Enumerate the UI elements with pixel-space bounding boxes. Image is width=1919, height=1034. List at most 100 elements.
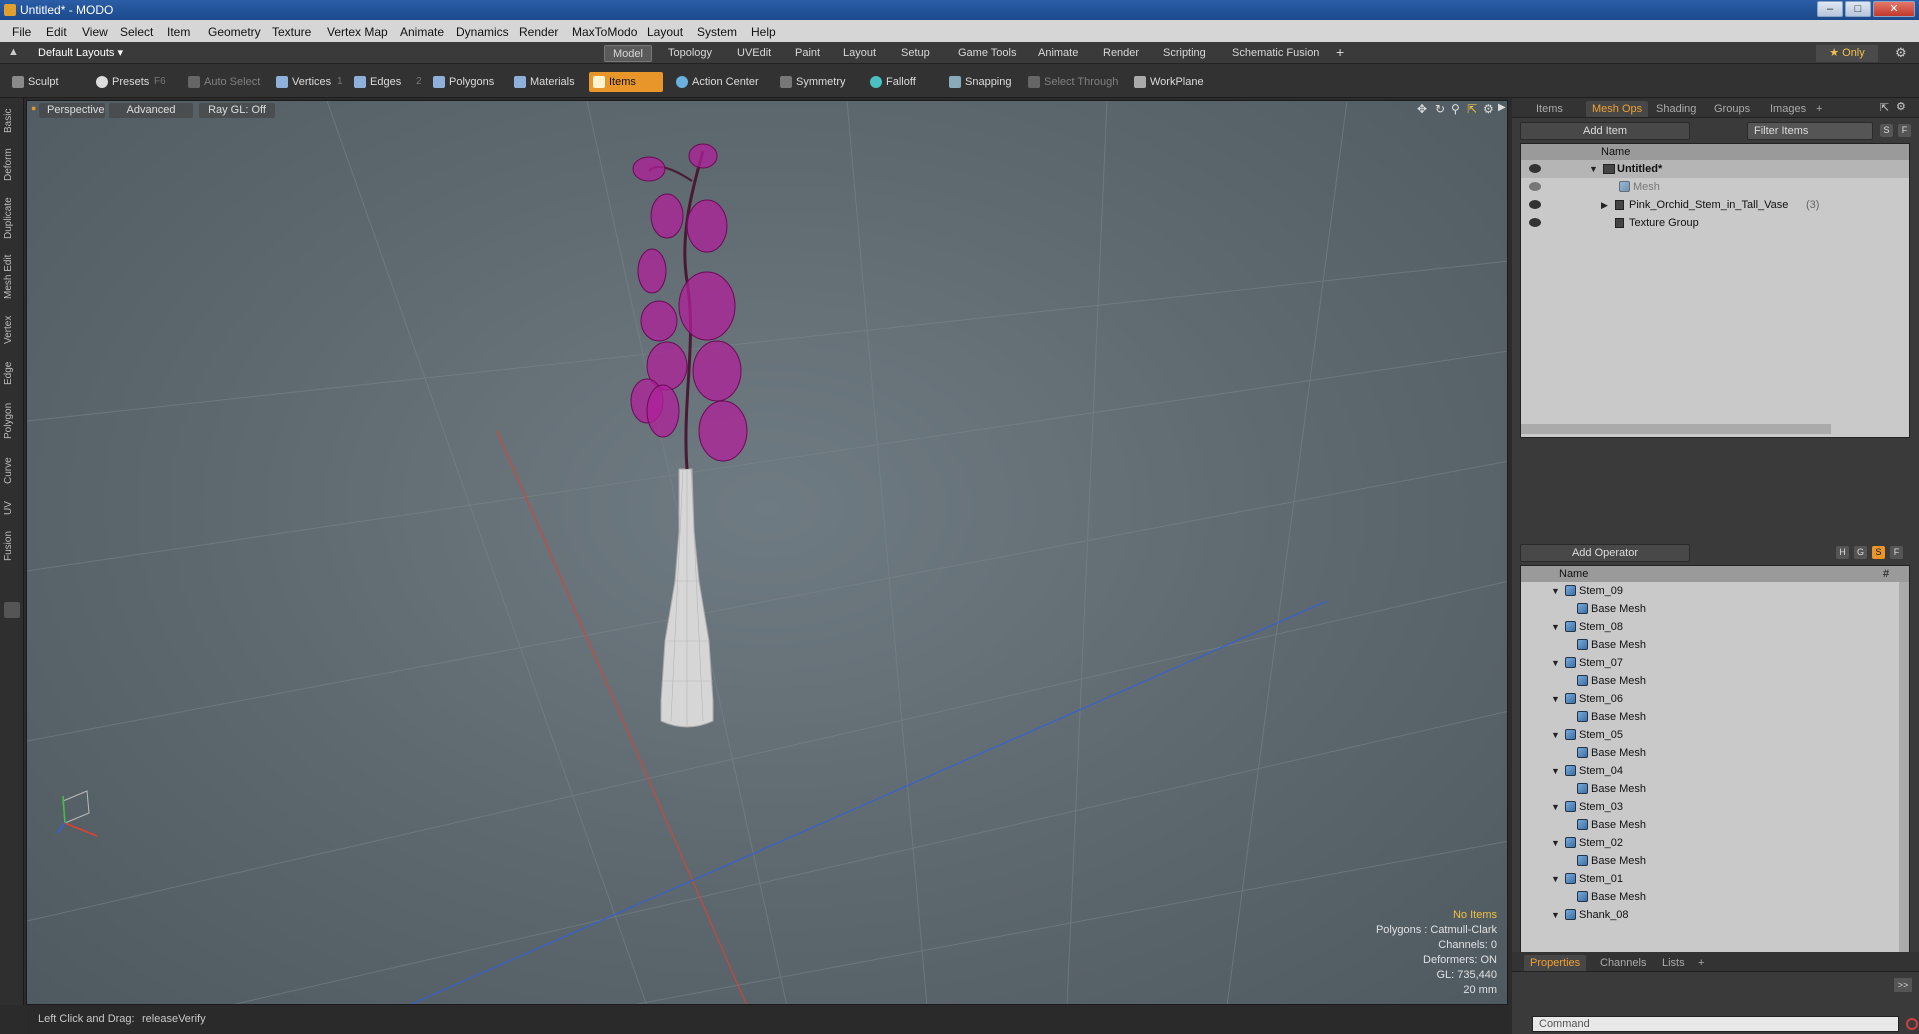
meshop-row-stem[interactable]: ▼ Stem_09 — [1521, 582, 1909, 600]
expand-properties-button[interactable]: >> — [1894, 978, 1912, 992]
collapse-icon[interactable]: ▼ — [1551, 870, 1560, 888]
zoom-icon[interactable]: ⚲ — [1451, 102, 1460, 116]
eye-icon[interactable] — [1529, 200, 1541, 209]
tab-mesh-ops[interactable]: Mesh Ops — [1586, 101, 1649, 117]
left-panel-toggle-icon[interactable] — [4, 602, 20, 618]
collapse-icon[interactable]: ▼ — [1551, 690, 1560, 708]
left-tab-polygon[interactable]: Polygon — [3, 398, 21, 444]
meshop-row-base-mesh[interactable]: Base Mesh — [1521, 780, 1909, 798]
meshops-s-toggle[interactable]: S — [1872, 546, 1885, 559]
meshop-row-stem[interactable]: ▼ Stem_01 — [1521, 870, 1909, 888]
menu-dynamics[interactable]: Dynamics — [456, 25, 509, 39]
meshop-row-base-mesh[interactable]: Base Mesh — [1521, 672, 1909, 690]
tab-setup[interactable]: Setup — [893, 45, 938, 62]
collapse-icon[interactable]: ▼ — [1551, 762, 1560, 780]
collapse-icon[interactable]: ▼ — [1589, 160, 1598, 178]
panel-maximize-icon[interactable]: ⇱ — [1880, 101, 1889, 114]
action-center-button[interactable]: Action Center — [672, 72, 765, 92]
meshop-row-stem[interactable]: ▼ Stem_06 — [1521, 690, 1909, 708]
meshop-row-base-mesh[interactable]: Base Mesh — [1521, 636, 1909, 654]
advanced-dropdown[interactable]: Advanced — [109, 103, 193, 118]
menu-file[interactable]: File — [12, 25, 31, 39]
tab-items[interactable]: Items — [1530, 101, 1569, 117]
add-item-dropdown[interactable]: Add Item — [1520, 122, 1690, 140]
menu-layout[interactable]: Layout — [647, 25, 683, 39]
add-operator-dropdown[interactable]: Add Operator — [1520, 544, 1690, 562]
tab-game-tools[interactable]: Game Tools — [950, 45, 1025, 62]
collapse-icon[interactable]: ▼ — [1551, 582, 1560, 600]
meshop-row-base-mesh[interactable]: Base Mesh — [1521, 888, 1909, 906]
menu-help[interactable]: Help — [751, 25, 776, 39]
eye-icon[interactable] — [1529, 164, 1541, 173]
add-tab-button[interactable]: + — [1328, 45, 1352, 62]
filter-s-toggle[interactable]: S — [1880, 124, 1893, 137]
left-tab-mesh-edit[interactable]: Mesh Edit — [3, 252, 21, 302]
meshop-row-base-mesh[interactable]: Base Mesh — [1521, 600, 1909, 618]
workplane-button[interactable]: WorkPlane — [1130, 72, 1210, 92]
close-button[interactable]: ✕ — [1873, 1, 1915, 17]
meshops-h-toggle[interactable]: H — [1836, 546, 1849, 559]
meshops-vertical-scrollbar[interactable] — [1899, 582, 1909, 962]
filter-items-input[interactable]: Filter Items — [1747, 122, 1873, 140]
tab-render[interactable]: Render — [1095, 45, 1147, 62]
raygl-toggle[interactable]: Ray GL: Off — [199, 103, 275, 118]
eye-icon[interactable] — [1529, 218, 1541, 227]
meshop-row-stem[interactable]: ▼ Stem_04 — [1521, 762, 1909, 780]
command-record-icon[interactable] — [1906, 1018, 1918, 1030]
add-panel-tab[interactable]: + — [1810, 101, 1828, 117]
pan-icon[interactable]: ✥ — [1417, 102, 1427, 116]
presets-button[interactable]: Presets — [92, 72, 155, 92]
items-button[interactable]: Items — [589, 72, 663, 92]
command-input[interactable]: Command — [1532, 1016, 1899, 1032]
meshop-row-stem[interactable]: ▼ Stem_07 — [1521, 654, 1909, 672]
menu-system[interactable]: System — [697, 25, 737, 39]
menu-vertex-map[interactable]: Vertex Map — [327, 25, 388, 39]
falloff-button[interactable]: Falloff — [866, 72, 922, 92]
eye-icon[interactable] — [1529, 182, 1541, 191]
viewport-expand-icon[interactable]: ▶ — [1498, 102, 1506, 113]
symmetry-button[interactable]: Symmetry — [776, 72, 852, 92]
meshop-row-stem[interactable]: ▼ Stem_08 — [1521, 618, 1909, 636]
meshop-row-stem[interactable]: ▼ Stem_05 — [1521, 726, 1909, 744]
meshops-f-toggle[interactable]: F — [1890, 546, 1903, 559]
collapse-icon[interactable]: ▼ — [1551, 834, 1560, 852]
collapse-icon[interactable]: ▼ — [1551, 798, 1560, 816]
snapping-button[interactable]: Snapping — [945, 72, 1018, 92]
item-row-mesh[interactable]: Mesh — [1521, 178, 1909, 196]
tab-schematic-fusion[interactable]: Schematic Fusion — [1224, 45, 1327, 62]
menu-render[interactable]: Render — [519, 25, 558, 39]
expand-icon[interactable]: ▶ — [1601, 196, 1608, 214]
auto-select-button[interactable]: Auto Select — [184, 72, 266, 92]
tab-groups[interactable]: Groups — [1708, 101, 1756, 117]
tab-uvedit[interactable]: UVEdit — [729, 45, 779, 62]
menu-item[interactable]: Item — [167, 25, 190, 39]
menu-maxtomodo[interactable]: MaxToModo — [572, 25, 637, 39]
default-layouts-dropdown[interactable]: Default Layouts ▾ — [38, 46, 123, 59]
filter-f-toggle[interactable]: F — [1898, 124, 1911, 137]
tab-channels[interactable]: Channels — [1594, 955, 1652, 971]
maximize-button[interactable]: □ — [1845, 1, 1871, 17]
materials-button[interactable]: Materials — [510, 72, 581, 92]
minimize-button[interactable]: – — [1817, 1, 1843, 17]
tab-topology[interactable]: Topology — [660, 45, 720, 62]
tab-images[interactable]: Images — [1764, 101, 1812, 117]
viewport-menu-icon[interactable]: ● — [31, 103, 36, 113]
collapse-icon[interactable]: ▼ — [1551, 654, 1560, 672]
3d-viewport[interactable]: ● Perspective Advanced Ray GL: Off ✥ ↻ ⚲… — [26, 100, 1508, 1005]
menu-texture[interactable]: Texture — [272, 25, 311, 39]
meshop-row-stem[interactable]: ▼ Stem_03 — [1521, 798, 1909, 816]
meshop-row-shank[interactable]: ▼ Shank_08 — [1521, 906, 1909, 924]
tab-lists[interactable]: Lists — [1656, 955, 1691, 971]
left-tab-vertex[interactable]: Vertex — [3, 312, 21, 348]
sculpt-button[interactable]: Sculpt — [8, 72, 65, 92]
tab-layout[interactable]: Layout — [835, 45, 884, 62]
left-tab-deform[interactable]: Deform — [3, 146, 21, 184]
menu-animate[interactable]: Animate — [400, 25, 444, 39]
select-through-button[interactable]: Select Through — [1024, 72, 1124, 92]
left-tab-basic[interactable]: Basic — [3, 106, 21, 136]
panel-gear-icon[interactable]: ⚙ — [1896, 100, 1906, 113]
left-tab-edge[interactable]: Edge — [3, 358, 21, 388]
left-tab-curve[interactable]: Curve — [3, 454, 21, 488]
collapse-icon[interactable]: ▼ — [1551, 726, 1560, 744]
tab-model[interactable]: Model — [604, 45, 652, 62]
